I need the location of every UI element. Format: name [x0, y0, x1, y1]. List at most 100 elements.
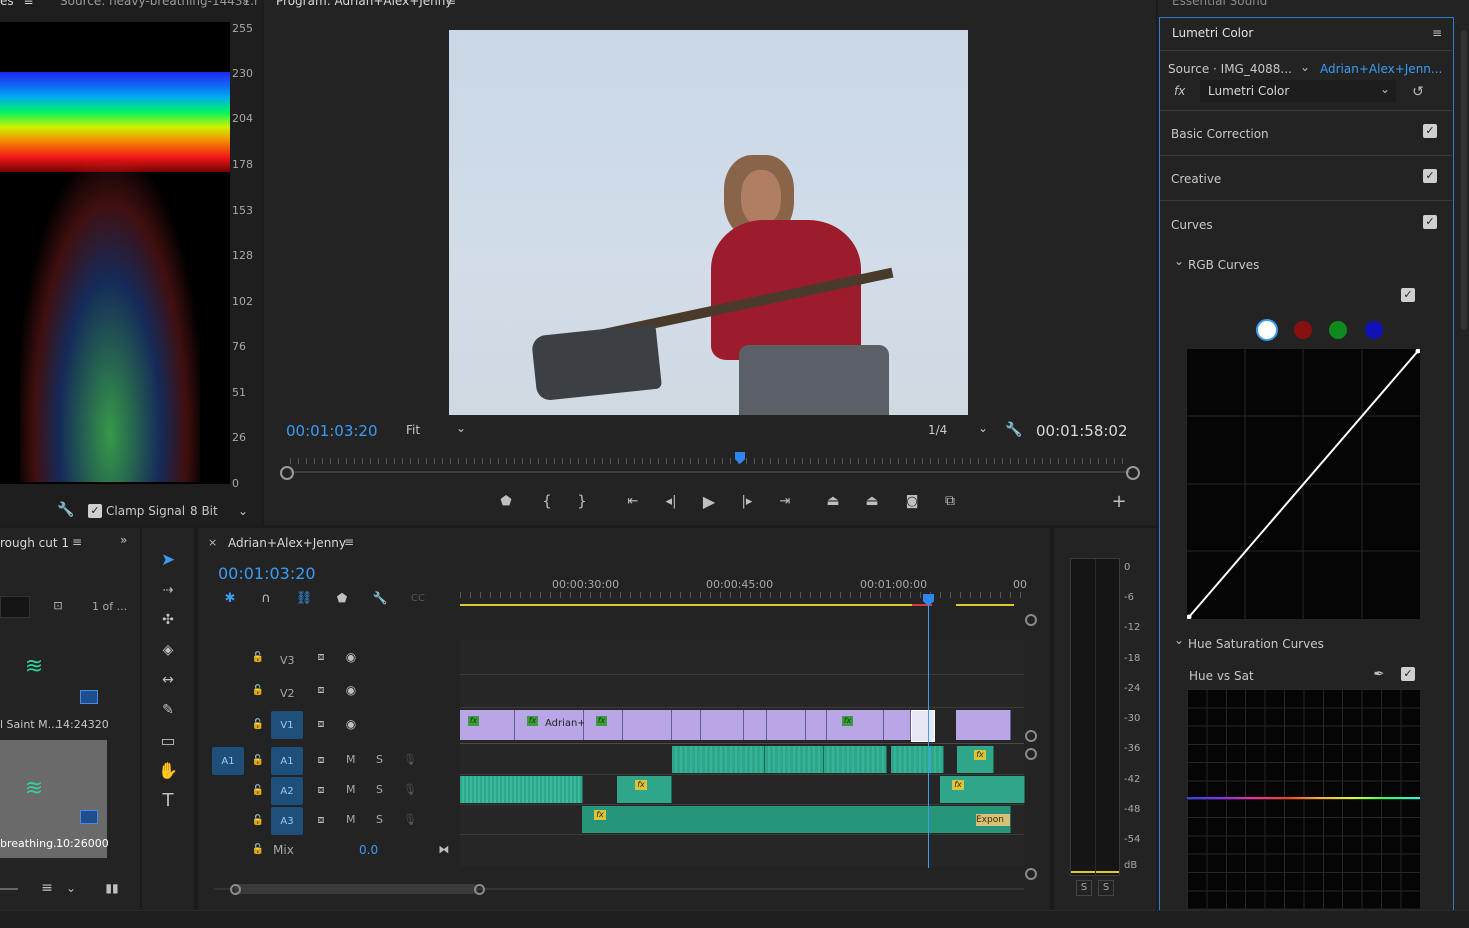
- audio-clip[interactable]: [824, 746, 887, 773]
- rectangle-tool-icon[interactable]: ▭: [156, 728, 180, 752]
- compare-icon[interactable]: ⧉: [939, 490, 961, 512]
- basic-correction-checkbox[interactable]: ✓: [1423, 124, 1437, 138]
- sync-lock-icon[interactable]: ⧈: [312, 811, 330, 829]
- fx-icon[interactable]: fx: [1174, 84, 1185, 98]
- scroll-thumb[interactable]: [234, 884, 478, 894]
- video-clip[interactable]: [827, 710, 884, 740]
- zoom-slider[interactable]: [0, 888, 18, 890]
- panel-menu-icon[interactable]: ≡: [446, 0, 456, 8]
- eyedropper-icon[interactable]: ✒: [1369, 664, 1389, 684]
- microphone-icon[interactable]: 🎙: [402, 750, 418, 768]
- captions-icon[interactable]: CC: [408, 588, 428, 608]
- eye-icon[interactable]: ◉: [342, 648, 360, 666]
- track-target-v1[interactable]: V1: [271, 711, 303, 739]
- section-creative[interactable]: Creative: [1171, 172, 1221, 186]
- video-clip[interactable]: [672, 710, 701, 740]
- scrub-ruler[interactable]: [280, 452, 1140, 482]
- audio-clip[interactable]: [765, 746, 824, 773]
- extract-icon[interactable]: ⏏: [861, 490, 883, 512]
- reset-icon[interactable]: ↺: [1408, 82, 1428, 102]
- scopes-tab[interactable]: es ≡: [0, 0, 34, 8]
- video-clip[interactable]: [884, 710, 911, 740]
- hue-sat-curves-label[interactable]: Hue Saturation Curves: [1188, 637, 1324, 651]
- vertical-zoom-handle[interactable]: [1025, 868, 1037, 880]
- bin-item[interactable]: ≋ l Saint M... 14:24320: [0, 628, 109, 738]
- close-icon[interactable]: ×: [208, 536, 217, 549]
- play-icon[interactable]: ▶: [698, 490, 720, 512]
- solo-button[interactable]: S: [376, 783, 383, 796]
- video-clip[interactable]: [744, 710, 767, 740]
- source-clip-select[interactable]: Source · IMG_4088...: [1168, 62, 1292, 76]
- hue-vs-sat-graph[interactable]: [1187, 689, 1420, 909]
- panel-menu-icon[interactable]: ≡: [344, 535, 354, 549]
- video-clip[interactable]: [956, 710, 1011, 740]
- lock-icon[interactable]: 🔓: [250, 781, 266, 799]
- step-forward-icon[interactable]: |▸: [736, 490, 758, 512]
- sync-lock-icon[interactable]: ⧈: [312, 681, 330, 699]
- program-timecode[interactable]: 00:01:03:20: [286, 422, 378, 440]
- track-select-tool-icon[interactable]: ⇢: [156, 578, 180, 602]
- lift-icon[interactable]: ⏏: [822, 490, 844, 512]
- expand-panels-icon[interactable]: »: [120, 533, 127, 547]
- sync-lock-icon[interactable]: ⧈: [312, 781, 330, 799]
- out-point-handle[interactable]: [1126, 466, 1140, 480]
- mute-button[interactable]: M: [346, 813, 356, 826]
- step-back-icon[interactable]: ◂|: [660, 490, 682, 512]
- panel-menu-icon[interactable]: ≡: [72, 535, 82, 549]
- sync-lock-icon[interactable]: ⧈: [312, 715, 330, 733]
- slip-tool-icon[interactable]: ↔: [156, 668, 180, 692]
- rgb-curves-checkbox[interactable]: ✓: [1401, 288, 1415, 302]
- sort-icon[interactable]: ≡: [38, 878, 56, 898]
- add-button-icon[interactable]: +: [1108, 490, 1130, 512]
- horizontal-scrollbar[interactable]: [214, 884, 1024, 895]
- mute-button[interactable]: M: [346, 783, 356, 796]
- eye-icon[interactable]: ◉: [342, 715, 360, 733]
- rgb-curves-label[interactable]: RGB Curves: [1188, 258, 1259, 272]
- essential-sound-tab[interactable]: Essential Sound: [1172, 0, 1267, 8]
- camera-icon[interactable]: ◙: [901, 490, 923, 512]
- section-basic-correction[interactable]: Basic Correction: [1171, 127, 1269, 141]
- track-area[interactable]: Adrian+ fx fx fx fx fx fx fx Expon fx: [460, 600, 1025, 868]
- sync-lock-icon[interactable]: ⧈: [312, 751, 330, 769]
- find-icon[interactable]: ⊡: [48, 596, 68, 614]
- ripple-edit-tool-icon[interactable]: ✣: [156, 608, 180, 632]
- channel-blue-button[interactable]: [1365, 321, 1383, 339]
- channel-white-button[interactable]: [1256, 319, 1278, 341]
- scroll-handle-left[interactable]: [230, 884, 241, 895]
- track-target-a2[interactable]: A2: [271, 777, 303, 805]
- go-to-in-icon[interactable]: ⇤: [622, 490, 644, 512]
- pen-tool-icon[interactable]: ✎: [156, 698, 180, 722]
- panel-menu-icon[interactable]: ≡: [23, 0, 33, 8]
- track-target-a1[interactable]: A1: [271, 747, 303, 775]
- type-tool-icon[interactable]: T: [156, 788, 180, 812]
- timeline-timecode[interactable]: 00:01:03:20: [218, 564, 316, 583]
- panel-scrollbar[interactable]: [1461, 30, 1467, 330]
- lock-icon[interactable]: 🔓: [250, 715, 266, 733]
- vertical-zoom-handle[interactable]: [1025, 748, 1037, 760]
- audio-clip[interactable]: [460, 776, 583, 803]
- mute-button[interactable]: M: [346, 753, 356, 766]
- creative-checkbox[interactable]: ✓: [1423, 169, 1437, 183]
- vertical-zoom-handle[interactable]: [1025, 730, 1037, 742]
- add-marker-icon[interactable]: ⬟: [332, 588, 352, 608]
- video-clip[interactable]: [806, 710, 827, 740]
- video-clip-selected[interactable]: [911, 710, 935, 742]
- scroll-handle-right[interactable]: [474, 884, 485, 895]
- wrench-icon[interactable]: 🔧: [1004, 420, 1024, 440]
- go-to-out-icon[interactable]: ⇥: [774, 490, 796, 512]
- sync-lock-icon[interactable]: ⧈: [312, 648, 330, 666]
- selection-tool-icon[interactable]: ➤: [156, 548, 180, 572]
- lock-icon[interactable]: 🔓: [250, 811, 266, 829]
- solo-right-button[interactable]: S: [1098, 880, 1114, 896]
- sequence-clip-select[interactable]: Adrian+Alex+Jenn...: [1320, 62, 1442, 76]
- video-clip[interactable]: [623, 710, 672, 740]
- effect-select[interactable]: Lumetri Color ⌄: [1200, 80, 1396, 102]
- source-patch-a1[interactable]: A1: [212, 747, 244, 775]
- go-to-end-icon[interactable]: ⧓: [436, 840, 452, 858]
- wrench-icon[interactable]: 🔧: [56, 500, 76, 520]
- video-clip[interactable]: Adrian+: [515, 710, 586, 740]
- wrench-icon[interactable]: 🔧: [370, 588, 390, 608]
- in-point-handle[interactable]: [280, 466, 294, 480]
- add-marker-icon[interactable]: ⬟: [496, 490, 516, 512]
- mix-value[interactable]: 0.0: [359, 843, 378, 857]
